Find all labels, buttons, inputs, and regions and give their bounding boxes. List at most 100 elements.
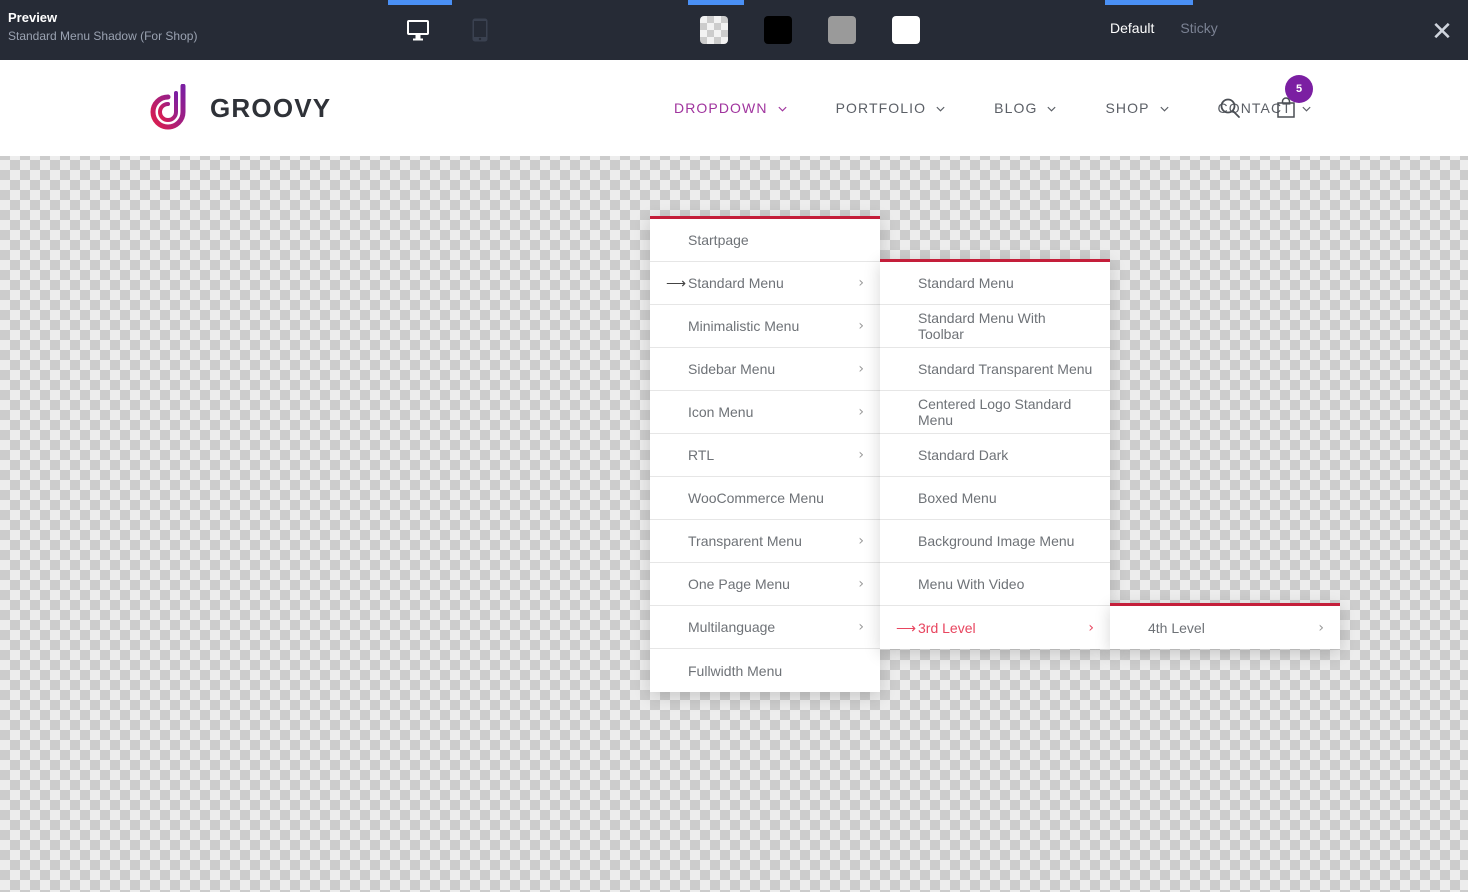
- chevron-right-icon: ›: [1088, 621, 1094, 635]
- menu-item-label: Minimalistic Menu: [688, 318, 858, 334]
- menu-item[interactable]: Centered Logo Standard Menu: [880, 391, 1110, 434]
- menu-item[interactable]: Minimalistic Menu›: [650, 305, 880, 348]
- chevron-right-icon: ›: [858, 620, 864, 634]
- background-swatch-transparent[interactable]: [700, 16, 728, 44]
- header-icon-group: 5: [1215, 60, 1301, 156]
- menu-item-label: 4th Level: [1148, 620, 1318, 636]
- chevron-down-icon: [935, 103, 946, 114]
- chevron-down-icon: [777, 103, 788, 114]
- mode-sticky-button[interactable]: Sticky: [1180, 20, 1217, 36]
- menu-item[interactable]: Standard Transparent Menu: [880, 348, 1110, 391]
- chevron-right-icon: ›: [858, 577, 864, 591]
- menu-item[interactable]: WooCommerce Menu: [650, 477, 880, 520]
- menu-item-label: Background Image Menu: [918, 533, 1094, 549]
- chevron-right-icon: ›: [858, 362, 864, 376]
- dropdown-panel-level-3: 4th Level›: [1110, 603, 1340, 649]
- menu-item[interactable]: Menu With Video: [880, 563, 1110, 606]
- nav-item-portfolio[interactable]: PORTFOLIO: [812, 60, 971, 156]
- menu-item-label: Startpage: [688, 232, 864, 248]
- menu-item-label: 3rd Level: [918, 620, 1088, 636]
- phone-icon: [472, 18, 488, 42]
- nav-item-label: PORTFOLIO: [836, 100, 927, 116]
- mode-default-button[interactable]: Default: [1110, 20, 1154, 36]
- menu-item[interactable]: Sidebar Menu›: [650, 348, 880, 391]
- menu-item[interactable]: One Page Menu›: [650, 563, 880, 606]
- current-item-arrow-icon: ⟶: [896, 621, 918, 635]
- background-tab-indicator: [688, 0, 744, 5]
- menu-item-label: Fullwidth Menu: [688, 663, 864, 679]
- menu-item-label: Transparent Menu: [688, 533, 858, 549]
- menu-item-label: Icon Menu: [688, 404, 858, 420]
- groovy-logo-icon: [150, 84, 196, 132]
- menu-item[interactable]: Fullwidth Menu: [650, 649, 880, 692]
- menu-item-label: Standard Dark: [918, 447, 1094, 463]
- chevron-right-icon: ›: [858, 534, 864, 548]
- menu-item-label: Standard Transparent Menu: [918, 361, 1094, 377]
- menu-item[interactable]: Standard Dark: [880, 434, 1110, 477]
- device-tab-indicator: [388, 0, 452, 5]
- site-logo[interactable]: GROOVY: [150, 84, 331, 132]
- preview-canvas: GROOVY DROPDOWN PORTFOLIO BLOG: [0, 60, 1468, 892]
- menu-item[interactable]: Standard Menu: [880, 262, 1110, 305]
- current-item-arrow-icon: ⟶: [666, 276, 688, 290]
- desktop-view-button[interactable]: [400, 14, 436, 46]
- dropdown-panel-level-1: Startpage⟶Standard Menu›Minimalistic Men…: [650, 216, 880, 692]
- menu-item[interactable]: Background Image Menu: [880, 520, 1110, 563]
- chevron-right-icon: ›: [858, 448, 864, 462]
- menu-item[interactable]: Multilanguage›: [650, 606, 880, 649]
- preview-subtitle: Standard Menu Shadow (For Shop): [8, 28, 197, 44]
- search-button[interactable]: [1215, 93, 1245, 123]
- chevron-right-icon: ›: [858, 276, 864, 290]
- chevron-right-icon: ›: [1318, 621, 1324, 635]
- menu-item[interactable]: 4th Level›: [1110, 606, 1340, 649]
- preview-label: Preview Standard Menu Shadow (For Shop): [8, 10, 197, 44]
- logo-wordmark: GROOVY: [210, 93, 331, 124]
- background-swatch-black[interactable]: [764, 16, 792, 44]
- background-swatch-white[interactable]: [892, 16, 920, 44]
- menu-item-label: Multilanguage: [688, 619, 858, 635]
- nav-item-label: BLOG: [994, 100, 1037, 116]
- nav-item-shop[interactable]: SHOP: [1081, 60, 1193, 156]
- menu-item[interactable]: Startpage: [650, 219, 880, 262]
- menu-item-label: Boxed Menu: [918, 490, 1094, 506]
- menu-item[interactable]: Standard Menu With Toolbar: [880, 305, 1110, 348]
- cart-count-badge: 5: [1285, 75, 1313, 103]
- menu-item-label: RTL: [688, 447, 858, 463]
- preview-title: Preview: [8, 10, 197, 26]
- mode-toggle-group: Default Sticky: [1110, 20, 1218, 36]
- mode-tab-indicator: [1105, 0, 1193, 5]
- menu-item-label: Sidebar Menu: [688, 361, 858, 377]
- background-swatch-group: [700, 16, 920, 44]
- close-preview-button[interactable]: ✕: [1424, 14, 1460, 48]
- chevron-down-icon: [1159, 103, 1170, 114]
- chevron-down-icon: [1301, 103, 1312, 114]
- preview-toolbar: Preview Standard Menu Shadow (For Shop): [0, 0, 1468, 60]
- nav-item-label: SHOP: [1105, 100, 1149, 116]
- menu-item-label: Standard Menu: [918, 275, 1094, 291]
- menu-item-label: Standard Menu: [688, 275, 858, 291]
- menu-item[interactable]: ⟶Standard Menu›: [650, 262, 880, 305]
- menu-item[interactable]: RTL›: [650, 434, 880, 477]
- menu-item[interactable]: Icon Menu›: [650, 391, 880, 434]
- nav-item-dropdown[interactable]: DROPDOWN: [650, 60, 812, 156]
- menu-item-label: WooCommerce Menu: [688, 490, 864, 506]
- mobile-view-button[interactable]: [462, 14, 498, 46]
- menu-item-label: Standard Menu With Toolbar: [918, 310, 1094, 342]
- dropdown-panel-level-2: Standard Menu Standard Menu With Toolbar S…: [880, 259, 1110, 649]
- menu-item-label: One Page Menu: [688, 576, 858, 592]
- site-header: GROOVY DROPDOWN PORTFOLIO BLOG: [0, 60, 1468, 156]
- menu-item[interactable]: ⟶3rd Level›: [880, 606, 1110, 649]
- cart-button[interactable]: 5: [1271, 93, 1301, 123]
- menu-item[interactable]: Boxed Menu: [880, 477, 1110, 520]
- nav-item-label: DROPDOWN: [674, 100, 768, 116]
- menu-item-label: Centered Logo Standard Menu: [918, 396, 1094, 428]
- background-swatch-gray[interactable]: [828, 16, 856, 44]
- menu-item-label: Menu With Video: [918, 576, 1094, 592]
- monitor-icon: [406, 19, 430, 41]
- search-icon: [1219, 97, 1241, 119]
- device-toggle-group: [400, 14, 498, 46]
- nav-item-blog[interactable]: BLOG: [970, 60, 1081, 156]
- chevron-right-icon: ›: [858, 319, 864, 333]
- menu-item[interactable]: Transparent Menu›: [650, 520, 880, 563]
- chevron-down-icon: [1046, 103, 1057, 114]
